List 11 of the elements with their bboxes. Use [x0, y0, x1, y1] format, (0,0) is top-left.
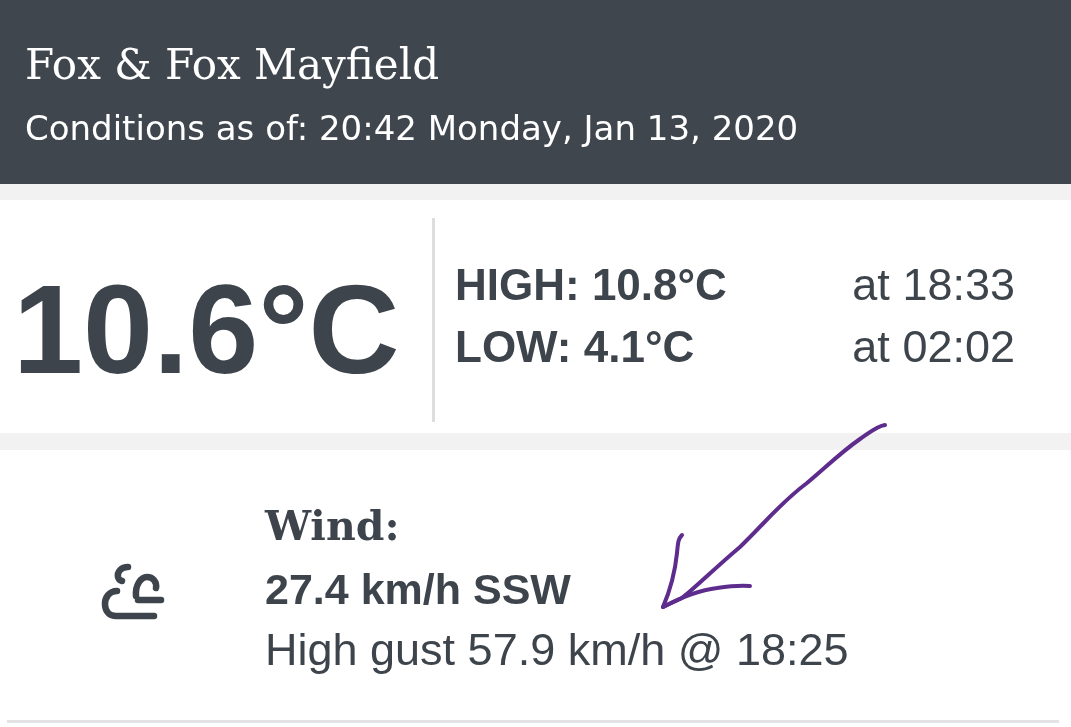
wind-icon	[101, 563, 165, 621]
extreme-reading: LOW: 4.1°C	[455, 321, 696, 373]
current-temperature: 10.6°C	[13, 267, 400, 393]
station-title: Fox & Fox Mayfield	[25, 39, 440, 91]
wind-gust: High gust 57.9 km/h @ 18:25	[265, 623, 849, 677]
extreme-reading: HIGH: 10.8°C	[455, 259, 727, 311]
wind-speed: 27.4 km/h SSW	[265, 564, 571, 615]
extreme-time: at 18:33	[852, 258, 1015, 312]
conditions-timestamp: Conditions as of: 20:42 Monday, Jan 13, 2020	[25, 107, 799, 150]
extreme-time: at 02:02	[852, 320, 1015, 374]
wind-heading: Wind:	[265, 501, 400, 552]
